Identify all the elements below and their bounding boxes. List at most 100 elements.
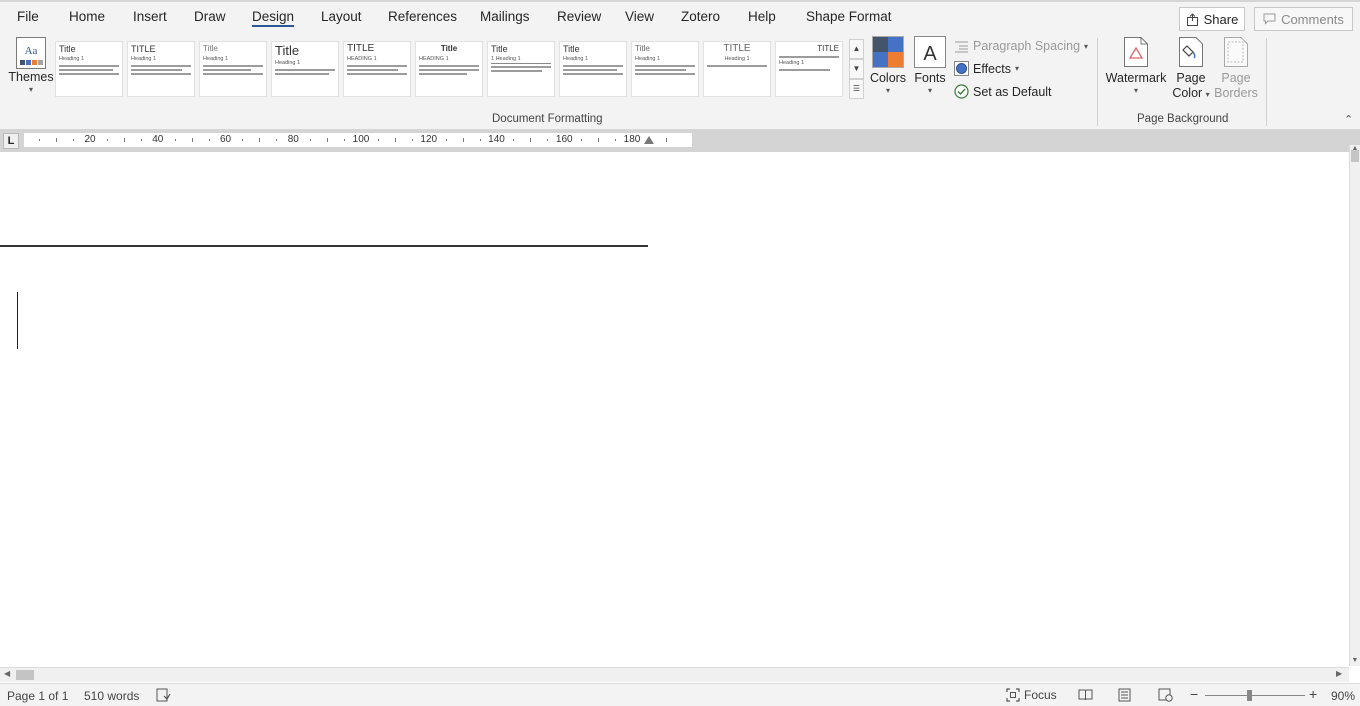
tab-mailings[interactable]: Mailings — [480, 9, 530, 24]
ruler-tick — [615, 139, 617, 141]
colors-label: Colors — [869, 71, 907, 85]
ruler-label: 60 — [218, 134, 233, 145]
zoom-slider-thumb[interactable] — [1247, 690, 1252, 701]
tab-file[interactable]: File — [17, 9, 39, 24]
effects-button[interactable]: Effects ▾ — [954, 61, 1019, 76]
style-set-thumb[interactable]: Title 1 Heading 1 — [487, 41, 555, 97]
gallery-more-icon[interactable]: ☰ — [849, 79, 864, 99]
horizontal-scrollbar[interactable]: ◀ ▶ — [0, 667, 1349, 682]
ruler-tick — [445, 139, 447, 141]
horizontal-ruler[interactable]: 20 40 60 80 100 120 140 160 180 — [24, 133, 692, 147]
vertical-scrollbar[interactable]: ▲ ▼ — [1349, 145, 1360, 666]
word-window: File Home Insert Draw Design Layout Refe… — [0, 0, 1360, 706]
style-set-thumb[interactable]: TITLE Heading 1 — [127, 41, 195, 97]
style-set-thumb[interactable]: Title Heading 1 — [55, 41, 123, 97]
chevron-down-icon: ▾ — [1014, 64, 1019, 73]
zoom-slider[interactable] — [1205, 695, 1305, 696]
style-set-thumb[interactable]: Title Heading 1 — [271, 41, 339, 97]
comments-button[interactable]: Comments — [1254, 7, 1353, 31]
read-mode-icon[interactable] — [1078, 689, 1093, 701]
ruler-tick — [462, 138, 464, 142]
page-borders-label-2: Borders — [1214, 86, 1258, 100]
page-color-button[interactable]: Page Color ▾ — [1170, 36, 1212, 101]
ruler-tick — [479, 139, 481, 141]
ruler-tick — [665, 138, 667, 142]
proofing-icon[interactable] — [156, 688, 171, 702]
tab-references[interactable]: References — [388, 9, 457, 24]
ribbon-design: Aa Themes ▾ Title Heading 1 TITLE Headin… — [0, 34, 1360, 130]
tab-view[interactable]: View — [625, 9, 654, 24]
tab-shape-format[interactable]: Shape Format — [806, 9, 892, 24]
scroll-right-icon[interactable]: ▶ — [1336, 669, 1342, 678]
tab-zotero[interactable]: Zotero — [681, 9, 720, 24]
print-layout-icon[interactable] — [1118, 688, 1131, 702]
ruler-tick — [513, 139, 515, 141]
tab-insert[interactable]: Insert — [133, 9, 167, 24]
word-count[interactable]: 510 words — [84, 689, 139, 703]
tab-layout[interactable]: Layout — [321, 9, 362, 24]
fonts-label: Fonts — [914, 71, 946, 85]
tab-review[interactable]: Review — [557, 9, 601, 24]
ruler-label: 120 — [419, 134, 439, 145]
ruler-tick — [123, 138, 125, 142]
style-set-thumb[interactable]: Title Heading 1 — [559, 41, 627, 97]
page-color-label-2: Color — [1172, 86, 1203, 100]
ruler-tick — [259, 138, 261, 142]
style-set-thumb[interactable]: TITLE Heading 1 — [703, 41, 771, 97]
fonts-button[interactable]: A Fonts ▾ — [912, 36, 948, 95]
zoom-level[interactable]: 90% — [1331, 689, 1355, 703]
document-page[interactable] — [0, 152, 1349, 667]
tab-design[interactable]: Design — [252, 9, 295, 27]
watermark-icon — [1124, 37, 1148, 67]
style-set-thumb[interactable]: TITLE Heading 1 — [775, 41, 843, 97]
paragraph-spacing-icon — [955, 41, 968, 52]
zoom-in-button[interactable]: + — [1309, 686, 1317, 702]
tab-selector[interactable]: L — [3, 133, 19, 149]
ruler-tick — [310, 139, 312, 141]
vertical-scroll-thumb[interactable] — [1351, 150, 1359, 162]
group-divider — [1097, 38, 1098, 126]
set-as-default-button[interactable]: Set as Default — [954, 84, 1052, 99]
gallery-up-icon[interactable]: ▲ — [849, 39, 864, 59]
chevron-down-icon: ▾ — [1133, 86, 1138, 95]
scroll-left-icon[interactable]: ◀ — [4, 669, 10, 678]
checkmark-icon — [954, 84, 969, 99]
style-set-thumb[interactable]: TITLE HEADING 1 — [343, 41, 411, 97]
page-borders-button[interactable]: Page Borders — [1214, 36, 1258, 101]
page-count[interactable]: Page 1 of 1 — [7, 689, 68, 703]
style-set-thumb[interactable]: Title HEADING 1 — [415, 41, 483, 97]
ruler-label: 140 — [487, 134, 506, 145]
effects-icon — [954, 61, 969, 76]
set-as-default-label: Set as Default — [973, 84, 1052, 99]
style-set-thumb[interactable]: Title Heading 1 — [631, 41, 699, 97]
ruler-tick — [242, 139, 244, 141]
ruler-label: 80 — [286, 134, 300, 145]
right-indent-marker[interactable] — [644, 136, 654, 144]
themes-button[interactable]: Aa Themes ▾ — [8, 36, 54, 94]
colors-button[interactable]: Colors ▾ — [869, 36, 907, 95]
focus-button[interactable]: Focus — [1006, 688, 1057, 702]
tab-help[interactable]: Help — [748, 9, 776, 24]
zoom-out-button[interactable]: − — [1190, 686, 1198, 702]
gallery-down-icon[interactable]: ▼ — [849, 59, 864, 79]
watermark-button[interactable]: Watermark ▾ — [1105, 36, 1167, 95]
share-button[interactable]: Share — [1179, 7, 1245, 31]
ribbon-tab-bar: File Home Insert Draw Design Layout Refe… — [0, 0, 1360, 34]
ruler-tick — [140, 139, 142, 141]
tab-draw[interactable]: Draw — [194, 9, 226, 24]
ruler-tick — [276, 139, 278, 141]
page-background-group-label: Page Background — [1137, 113, 1229, 125]
chevron-down-icon: ▾ — [1084, 41, 1089, 51]
page-color-label: Page — [1176, 71, 1206, 85]
scroll-down-icon[interactable]: ▼ — [1350, 657, 1360, 664]
fonts-icon: A — [914, 36, 946, 68]
tab-home[interactable]: Home — [69, 9, 105, 24]
web-layout-icon[interactable] — [1158, 688, 1173, 702]
style-set-thumb[interactable]: Title Heading 1 — [199, 41, 267, 97]
paragraph-spacing-button[interactable]: Paragraph Spacing ▾ — [954, 39, 1088, 53]
collapse-ribbon-icon[interactable]: ⌃ — [1344, 113, 1353, 126]
colors-icon — [872, 36, 904, 68]
chevron-down-icon: ▾ — [1205, 90, 1210, 99]
horizontal-scroll-thumb[interactable] — [16, 670, 34, 680]
ruler-tick — [327, 138, 329, 142]
